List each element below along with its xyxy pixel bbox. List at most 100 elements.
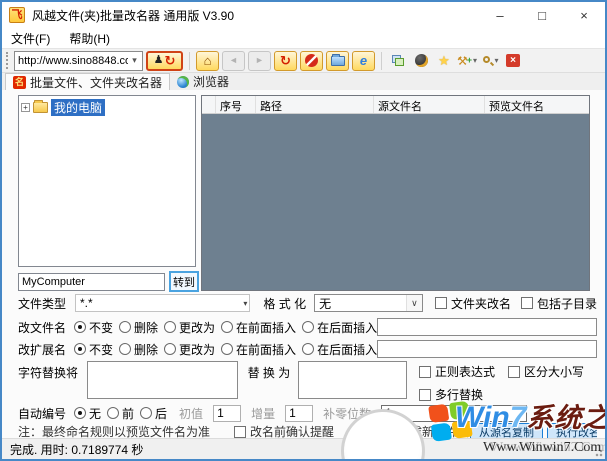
rename-filename-row: 改文件名 不变 删除 更改为 在前面插入 在后面插入 (18, 317, 597, 337)
forward-button[interactable]: ► (248, 51, 271, 71)
go-button[interactable]: ♟ ↻ (146, 51, 183, 71)
toolbar-gripper[interactable] (6, 52, 9, 69)
column-header-index[interactable]: 序号 (216, 96, 256, 113)
back-button[interactable]: ◄ (222, 51, 245, 71)
radio-ext-keep-label: 不变 (89, 341, 113, 358)
app-window: 飞 风越文件(夹)批量改名器 通用版 V3.90 – □ × 文件(F) 帮助(… (0, 0, 607, 461)
include-subdir-checkbox[interactable] (521, 297, 533, 309)
radio-ext-prepend[interactable] (221, 343, 233, 355)
person-icon: ♟ (154, 55, 164, 66)
url-value: http://www.sino8848.com (18, 55, 128, 67)
rename-extension-input[interactable] (377, 340, 597, 358)
radio-ext-change[interactable] (164, 343, 176, 355)
radio-name-append[interactable] (302, 321, 314, 333)
regex-checkbox[interactable] (419, 366, 431, 378)
browser-button[interactable]: e (352, 51, 375, 71)
tab-batch-renamer[interactable]: 名 批量文件、文件夹改名器 (5, 73, 170, 90)
copy-source-button[interactable]: 从源名复制 (470, 423, 543, 438)
replace-options: 正则表达式 区分大小写 多行替换 (419, 363, 597, 403)
chevron-down-icon[interactable]: ▾ (128, 55, 141, 66)
tab-strip: 名 批量文件、文件夹改名器 浏览器 (2, 73, 605, 90)
website-button[interactable] (411, 51, 431, 71)
zero-pad-input[interactable]: 1 (381, 405, 527, 422)
multiline-checkbox[interactable] (419, 389, 431, 401)
chevron-down-icon[interactable]: ∨ (406, 295, 422, 311)
execute-rename-button[interactable]: 执行改名 (547, 423, 597, 438)
toolbar-separator (381, 52, 382, 70)
chevron-down-icon[interactable]: ▾ (243, 299, 247, 308)
chevron-down-icon: ▾ (473, 57, 477, 65)
replace-from-textarea[interactable] (87, 361, 238, 399)
back-icon: ◄ (229, 56, 238, 65)
url-combobox[interactable]: http://www.sino8848.com ▾ (14, 51, 143, 71)
forward-icon: ► (255, 56, 264, 65)
export-button[interactable] (388, 51, 408, 71)
column-header-select[interactable] (202, 96, 216, 113)
tools-button[interactable]: ⚒ + ▾ (457, 51, 477, 71)
resize-grip[interactable] (593, 447, 603, 457)
folder-icon (331, 56, 345, 66)
radio-autonum-none[interactable] (74, 407, 86, 419)
folder-rename-checkbox[interactable] (435, 297, 447, 309)
column-header-source-name[interactable]: 源文件名 (374, 96, 485, 113)
tree-node-label[interactable]: 我的电脑 (51, 99, 105, 116)
radio-autonum-prefix[interactable] (107, 407, 119, 419)
radio-name-delete-label: 删除 (134, 319, 158, 336)
file-type-value: *.* (80, 296, 243, 310)
rename-filename-input[interactable] (377, 318, 597, 336)
close-button[interactable]: × (563, 2, 605, 28)
case-sensitive-checkbox[interactable] (508, 366, 520, 378)
menu-help[interactable]: 帮助(H) (69, 28, 119, 49)
replace-to-textarea[interactable] (298, 361, 407, 399)
folder-icon (33, 102, 48, 113)
minimize-button[interactable]: – (479, 2, 521, 28)
column-header-path[interactable]: 路径 (256, 96, 374, 113)
radio-name-delete[interactable] (119, 321, 131, 333)
open-folder-button[interactable] (326, 51, 349, 71)
radio-name-change[interactable] (164, 321, 176, 333)
increment-label: 增量 (251, 405, 275, 422)
refresh-icon: ↻ (280, 54, 291, 67)
radio-name-keep[interactable] (74, 321, 86, 333)
radio-name-prepend[interactable] (221, 321, 233, 333)
file-list[interactable]: 序号 路径 源文件名 预览文件名 (201, 95, 590, 291)
refresh-button[interactable]: ↻ (274, 51, 297, 71)
radio-ext-delete[interactable] (119, 343, 131, 355)
path-input[interactable] (18, 273, 165, 291)
format-combobox[interactable]: 无 ∨ (314, 294, 423, 312)
initial-value-input[interactable]: 1 (213, 405, 241, 422)
format-label: 格 式 化 (263, 295, 306, 312)
expand-icon[interactable]: + (21, 103, 30, 112)
autonumber-row: 自动编号 无 前 后 初值 1 增量 1 补零位数 1 (18, 403, 597, 423)
file-list-body[interactable] (202, 114, 589, 290)
radio-ext-append[interactable] (302, 343, 314, 355)
tree-node-mycomputer[interactable]: + 我的电脑 (21, 99, 193, 116)
search-button[interactable]: ▾ (480, 51, 500, 71)
replace-from-label: 将 (66, 364, 78, 381)
rename-filename-label: 改文件名 (18, 319, 68, 336)
folder-tree[interactable]: + 我的电脑 (18, 95, 196, 267)
note-buttons: 从源名复制 执行改名 退出 (470, 423, 597, 438)
radio-autonum-suffix[interactable] (140, 407, 152, 419)
stop-button[interactable] (300, 51, 323, 71)
file-type-combobox[interactable]: *.* ▾ (75, 294, 250, 312)
tab-batch-renamer-label: 批量文件、文件夹改名器 (30, 74, 162, 91)
confirm-checkbox[interactable] (234, 426, 246, 438)
column-header-preview-name[interactable]: 预览文件名 (485, 96, 589, 113)
exit-button[interactable]: × (503, 51, 523, 71)
file-type-label: 文件类型 (18, 295, 66, 312)
favorites-button[interactable]: ★ (434, 51, 454, 71)
confirm-label: 改名前确认提醒 (250, 423, 334, 438)
menu-file[interactable]: 文件(F) (11, 28, 59, 49)
tab-browser[interactable]: 浏览器 (170, 73, 236, 90)
radio-ext-keep[interactable] (74, 343, 86, 355)
maximize-button[interactable]: □ (521, 2, 563, 28)
app-logo-glyph: 飞 (12, 10, 23, 21)
home-button[interactable]: ⌂ (196, 51, 219, 71)
autogen-checkbox[interactable] (358, 426, 370, 438)
increment-input[interactable]: 1 (285, 405, 313, 422)
goto-button[interactable]: 转到 (169, 271, 199, 292)
star-icon: ★ (438, 54, 450, 67)
window-controls: – □ × (479, 2, 605, 28)
radio-ext-prepend-label: 在前面插入 (236, 341, 296, 358)
